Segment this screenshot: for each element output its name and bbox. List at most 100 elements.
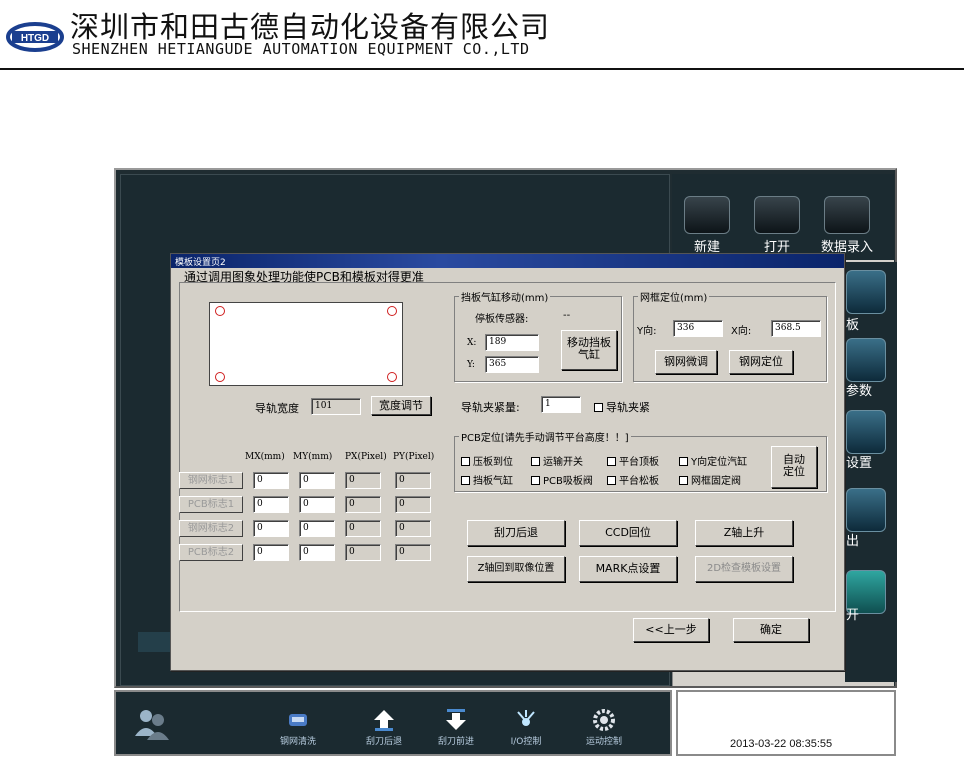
frame-lock-valve-checkbox[interactable]: 网框固定阀	[679, 472, 741, 487]
stop-cylinder-title: 挡板气缸移动(mm)	[459, 289, 551, 304]
header-mx: MX(mm)	[245, 452, 285, 462]
my-input[interactable]: 0	[299, 520, 335, 537]
pressure-plate-checkbox[interactable]: 压板到位	[461, 453, 513, 468]
frame-x-label: X向:	[731, 326, 752, 337]
folder-icon	[684, 196, 730, 234]
company-logo-icon: HTGD	[6, 22, 64, 52]
company-header: HTGD 深圳市和田古德自动化设备有限公司 SHENZHEN HETIANGUD…	[0, 0, 964, 70]
2d-inspection-template-button: 2D检查模板设置	[695, 556, 793, 582]
my-input[interactable]: 0	[299, 496, 335, 513]
header-px: PX(Pixel)	[345, 452, 387, 462]
io-control-button[interactable]: I/O控制	[496, 708, 556, 752]
mx-input[interactable]: 0	[253, 544, 289, 561]
motion-control-button[interactable]: 运动控制	[574, 708, 634, 752]
platform-release-checkbox[interactable]: 平台松板	[607, 472, 659, 487]
gear-icon	[593, 709, 615, 731]
stencil-clean-button[interactable]: 钢网清洗	[268, 708, 328, 752]
parameters-icon[interactable]	[846, 338, 886, 382]
ok-button[interactable]: 确定	[733, 618, 809, 642]
stencil-mark-1-button[interactable]: 钢网标志1	[179, 472, 243, 489]
width-adjust-button[interactable]: 宽度调节	[371, 396, 431, 415]
checkbox-box	[607, 457, 616, 466]
io-control-label: I/O控制	[510, 737, 542, 747]
arrow-up-icon	[374, 710, 394, 731]
exit-label: 出	[846, 534, 860, 549]
checkbox-label: Y向定位汽缸	[691, 457, 748, 468]
squeegee-forward-button[interactable]: 刮刀前进	[426, 708, 486, 752]
template-label: 板	[846, 318, 860, 333]
y-position-cylinder-checkbox[interactable]: Y向定位汽缸	[679, 453, 747, 468]
checkbox-label: 平台松板	[619, 476, 659, 487]
my-input[interactable]: 0	[299, 472, 335, 489]
stop-sensor-value: --	[563, 310, 571, 321]
stop-cylinder-checkbox[interactable]: 挡板气缸	[461, 472, 513, 487]
header-divider	[0, 68, 964, 70]
squeegee-back-button[interactable]: 刮刀后退	[354, 708, 414, 752]
stop-x-label: X:	[467, 338, 477, 348]
auto-position-button[interactable]: 自动 定位	[771, 446, 817, 488]
template-settings-dialog: 模板设置页2 通过调用图象处理功能使PCB和模板对得更准 导轨宽度 101 宽度…	[170, 253, 845, 671]
fiducial-marker	[387, 372, 397, 382]
pcb-mark-2-button[interactable]: PCB标志2	[179, 544, 243, 561]
stop-sensor-label: 停板传感器:	[475, 314, 529, 325]
conveyor-switch-checkbox[interactable]: 运输开关	[531, 453, 583, 468]
stencil-fine-tune-button[interactable]: 钢网微调	[655, 350, 717, 374]
settings-icon[interactable]	[846, 410, 886, 454]
frame-y-label: Y向:	[637, 326, 657, 337]
py-field: 0	[395, 496, 431, 513]
fiducial-marker	[215, 372, 225, 382]
my-input[interactable]: 0	[299, 544, 335, 561]
data-entry-button[interactable]: 数据录入	[816, 196, 878, 255]
mx-input[interactable]: 0	[253, 496, 289, 513]
wash-icon	[289, 714, 307, 726]
z-axis-capture-position-button[interactable]: Z轴回到取像位置	[467, 556, 565, 582]
fiducial-marker	[387, 306, 397, 316]
arrow-down-icon	[446, 709, 466, 730]
checkbox-box	[607, 476, 616, 485]
frame-x-input[interactable]: 368.5	[771, 320, 821, 337]
rail-width-field: 101	[311, 398, 361, 415]
checkbox-box	[679, 476, 688, 485]
stop-y-label: Y:	[467, 360, 475, 370]
platform-lift-checkbox[interactable]: 平台顶板	[607, 453, 659, 468]
rail-clamp-checkbox[interactable]: 导轨夹紧	[594, 399, 650, 415]
stop-y-input[interactable]: 365	[485, 356, 539, 373]
settings-label: 设置	[846, 456, 873, 471]
checkbox-label: PCB吸板阀	[543, 476, 593, 487]
pcb-mark-1-button[interactable]: PCB标志1	[179, 496, 243, 513]
rail-width-label: 导轨宽度	[255, 402, 299, 415]
exit-icon[interactable]	[846, 488, 886, 532]
checkbox-box	[594, 403, 603, 412]
open-button[interactable]: 打开	[746, 196, 808, 255]
mx-input[interactable]: 0	[253, 520, 289, 537]
template-icon[interactable]	[846, 270, 886, 314]
px-field: 0	[345, 496, 381, 513]
checkbox-label: 网框固定阀	[691, 476, 741, 487]
py-field: 0	[395, 544, 431, 561]
squeegee-retract-button[interactable]: 刮刀后退	[467, 520, 565, 546]
background-block	[138, 632, 172, 652]
stencil-mark-2-button[interactable]: 钢网标志2	[179, 520, 243, 537]
checkbox-box	[679, 457, 688, 466]
auto-position-label-2: 定位	[783, 465, 805, 478]
z-axis-up-button[interactable]: Z轴上升	[695, 520, 793, 546]
new-button[interactable]: 新建	[676, 196, 738, 255]
company-name-en: SHENZHEN HETIANGUDE AUTOMATION EQUIPMENT…	[72, 40, 530, 58]
stop-x-input[interactable]: 189	[485, 334, 539, 351]
users-icon[interactable]	[132, 706, 172, 742]
mx-input[interactable]: 0	[253, 472, 289, 489]
dialog-title-bar[interactable]: 模板设置页2	[171, 254, 844, 268]
frame-y-input[interactable]: 336	[673, 320, 723, 337]
squeegee-back-label: 刮刀后退	[365, 737, 402, 747]
checkbox-box	[461, 476, 470, 485]
ccd-home-button[interactable]: CCD回位	[579, 520, 677, 546]
rail-clamp-input[interactable]: 1	[541, 396, 581, 413]
stencil-locate-button[interactable]: 钢网定位	[729, 350, 793, 374]
io-control-icon	[517, 710, 535, 726]
pcb-vacuum-checkbox[interactable]: PCB吸板阀	[531, 472, 593, 487]
move-stop-cylinder-button[interactable]: 移动挡板 气缸	[561, 330, 617, 370]
mark-point-settings-button[interactable]: MARK点设置	[579, 556, 677, 582]
datetime-panel: 2013-03-22 08:35:55	[676, 690, 896, 756]
previous-step-button[interactable]: <<上一步	[633, 618, 709, 642]
rail-clamp-checkbox-label: 导轨夹紧	[606, 401, 650, 414]
